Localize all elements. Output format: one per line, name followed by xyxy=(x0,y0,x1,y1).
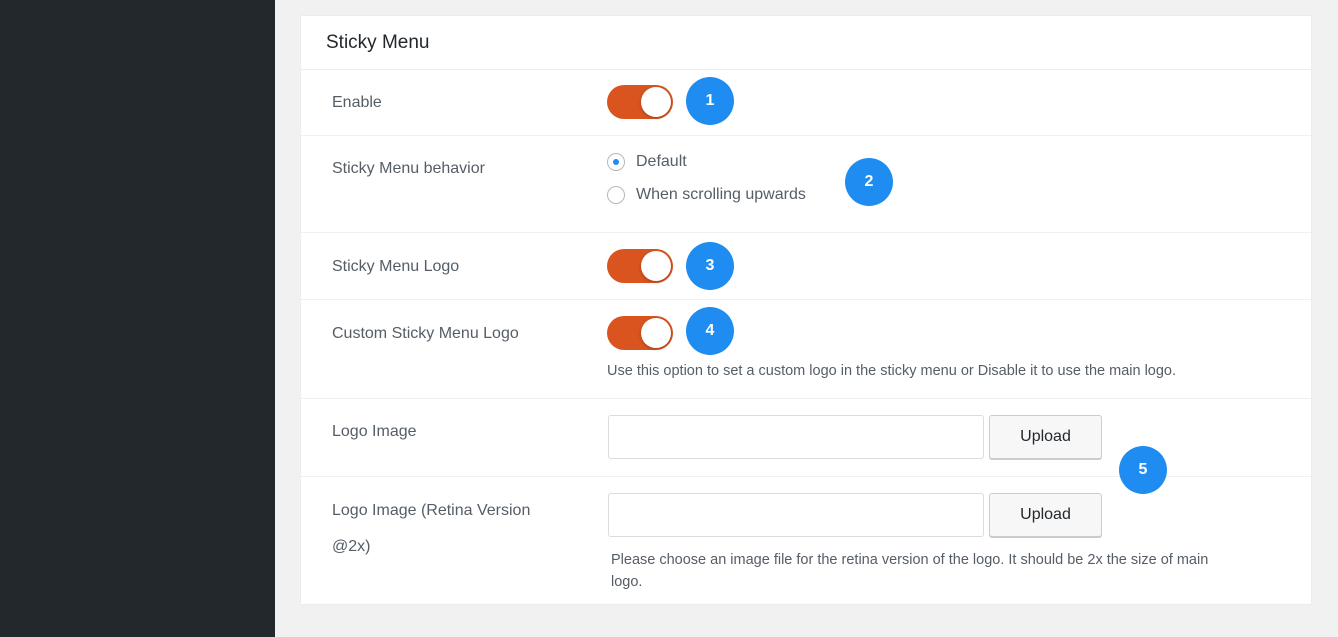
admin-sidebar xyxy=(0,0,275,637)
radio-default-label: Default xyxy=(636,153,687,170)
logo-retina-description-line2: logo. xyxy=(611,574,643,590)
radio-scrolling-upwards-label: When scrolling upwards xyxy=(636,186,806,203)
custom-logo-row: Custom Sticky Menu Logo 4 Use this optio… xyxy=(301,300,1311,399)
sticky-logo-row: Sticky Menu Logo 3 xyxy=(301,233,1311,300)
radio-button-checked[interactable] xyxy=(607,153,625,171)
logo-retina-description-line1: Please choose an image file for the reti… xyxy=(611,552,1209,568)
logo-image-url-input[interactable] xyxy=(608,415,984,459)
logo-retina-row: Logo Image (Retina Version @2x) Upload P… xyxy=(301,477,1311,609)
radio-default[interactable]: Default xyxy=(607,153,687,171)
callout-badge-1: 1 xyxy=(686,77,734,125)
callout-badge-2: 2 xyxy=(845,158,893,206)
panel-title: Sticky Menu xyxy=(301,16,1311,70)
sticky-logo-toggle[interactable] xyxy=(607,249,673,283)
behavior-row: Sticky Menu behavior Default When scroll… xyxy=(301,136,1311,233)
logo-image-label: Logo Image xyxy=(332,423,417,440)
sticky-logo-label: Sticky Menu Logo xyxy=(332,258,460,275)
callout-badge-4: 4 xyxy=(686,307,734,355)
enable-label: Enable xyxy=(332,94,382,111)
behavior-label: Sticky Menu behavior xyxy=(332,160,485,177)
logo-retina-url-input[interactable] xyxy=(608,493,984,537)
logo-retina-upload-button[interactable]: Upload xyxy=(989,493,1102,537)
sticky-menu-panel: Sticky Menu Enable 1 Sticky Menu behavio… xyxy=(300,15,1312,609)
custom-logo-description: Use this option to set a custom logo in … xyxy=(607,363,1177,379)
radio-button[interactable] xyxy=(607,186,625,204)
logo-retina-label-line1: Logo Image (Retina Version xyxy=(332,502,531,519)
custom-logo-label: Custom Sticky Menu Logo xyxy=(332,325,519,342)
enable-row: Enable 1 xyxy=(301,70,1311,136)
callout-badge-5: 5 xyxy=(1119,446,1167,494)
toggle-knob xyxy=(641,87,671,117)
logo-image-upload-button[interactable]: Upload xyxy=(989,415,1102,459)
toggle-knob xyxy=(641,318,671,348)
enable-toggle[interactable] xyxy=(607,85,673,119)
radio-scrolling-upwards[interactable]: When scrolling upwards xyxy=(607,186,806,204)
toggle-knob xyxy=(641,251,671,281)
logo-retina-label-line2: @2x) xyxy=(332,538,371,555)
custom-logo-toggle[interactable] xyxy=(607,316,673,350)
callout-badge-3: 3 xyxy=(686,242,734,290)
